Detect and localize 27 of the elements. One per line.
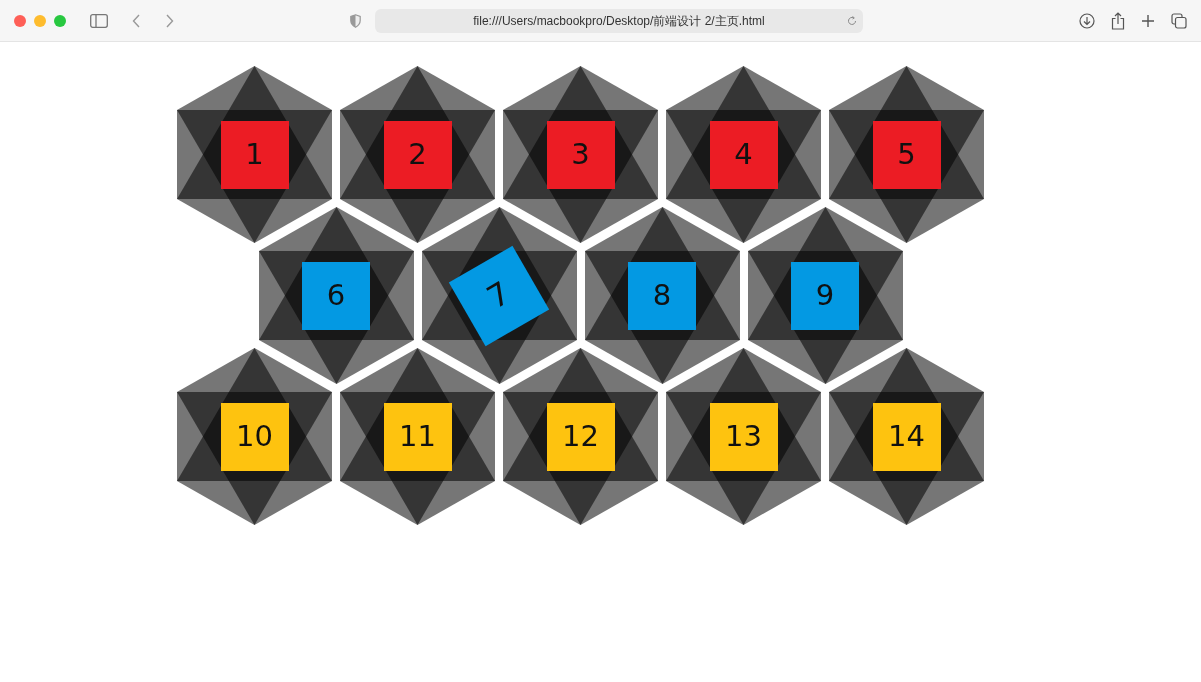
number-tile[interactable]: 3 xyxy=(546,120,615,189)
reload-icon[interactable] xyxy=(847,15,857,26)
address-bar[interactable]: file:///Users/macbookpro/Desktop/前端设计 2/主页.html xyxy=(375,8,863,33)
number-tile[interactable]: 8 xyxy=(628,261,696,330)
back-icon[interactable] xyxy=(132,13,141,28)
shield-icon[interactable] xyxy=(350,13,361,28)
number-tile[interactable]: 2 xyxy=(383,120,452,189)
number-tile[interactable]: 5 xyxy=(872,120,941,189)
number-tile[interactable]: 14 xyxy=(872,402,941,471)
number-tile[interactable]: 6 xyxy=(302,261,370,330)
number-tile[interactable]: 10 xyxy=(220,402,289,471)
tabs-overview-icon[interactable] xyxy=(1171,12,1187,29)
number-tile[interactable]: 9 xyxy=(791,261,859,330)
sidebar-icon[interactable] xyxy=(90,13,108,28)
download-icon[interactable] xyxy=(1079,12,1095,29)
number-tile[interactable]: 11 xyxy=(383,402,452,471)
url-text: file:///Users/macbookpro/Desktop/前端设计 2/主页.html xyxy=(473,12,765,30)
forward-icon[interactable] xyxy=(165,13,174,28)
number-tile[interactable]: 4 xyxy=(709,120,778,189)
number-tile[interactable]: 12 xyxy=(546,402,615,471)
share-icon[interactable] xyxy=(1111,11,1125,30)
close-button[interactable] xyxy=(14,14,26,27)
maximize-button[interactable] xyxy=(54,14,66,27)
number-tile[interactable]: 1 xyxy=(220,120,289,189)
minimize-button[interactable] xyxy=(34,14,46,27)
number-tile[interactable]: 13 xyxy=(709,402,778,471)
new-tab-icon[interactable] xyxy=(1141,13,1155,28)
